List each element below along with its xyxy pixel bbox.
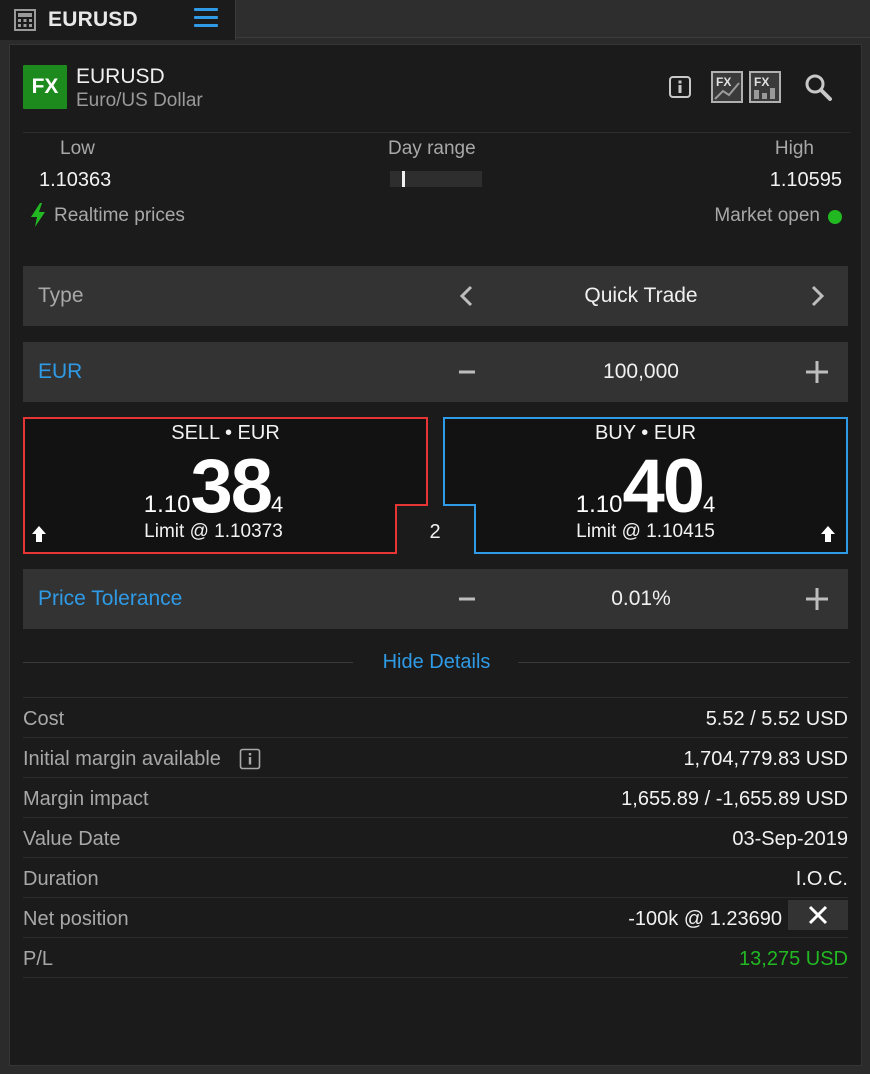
- instrument-description: Euro/US Dollar: [76, 90, 203, 111]
- high-label: High: [774, 138, 814, 159]
- market-open-dot: [828, 210, 842, 224]
- value-date-value: 03-Sep-2019: [732, 828, 848, 850]
- hide-details-toggle: Hide Details: [23, 649, 850, 677]
- sell-title: SELL • EUR: [171, 422, 280, 444]
- day-range-marker: [401, 171, 405, 187]
- plus-icon[interactable]: [801, 583, 833, 615]
- instrument-header: FX EURUSD Euro/US Dollar FX FX: [23, 65, 850, 113]
- close-position-button[interactable]: [788, 900, 848, 930]
- order-type-value: Quick Trade: [584, 284, 698, 307]
- order-type-label: Type: [38, 284, 84, 307]
- price-tolerance-input[interactable]: 0.01%: [503, 587, 779, 611]
- svg-text:FX: FX: [754, 75, 769, 89]
- fx-chart-icon[interactable]: FX: [711, 71, 743, 103]
- margin-impact-label: Margin impact: [23, 788, 149, 810]
- detail-row-margin: Initial margin available 1,704,779.83 US…: [23, 738, 848, 778]
- calculator-icon: [14, 9, 36, 31]
- low-value: 1.10363: [39, 169, 112, 191]
- detail-row-value-date: Value Date 03-Sep-2019: [23, 818, 848, 858]
- tab-bar: EURUSD: [0, 0, 870, 40]
- hamburger-menu-icon[interactable]: [194, 8, 218, 30]
- detail-row-pl: P/L 13,275 USD: [23, 938, 848, 978]
- net-position-value: -100k @ 1.23690: [628, 908, 782, 930]
- sell-price: 1.10384: [11, 449, 416, 525]
- chevron-right-icon[interactable]: [801, 280, 833, 312]
- lightning-bolt-icon: [31, 203, 45, 227]
- duration-label: Duration: [23, 868, 99, 890]
- buy-price-pip: 4: [703, 492, 716, 517]
- day-range-bar: [390, 171, 482, 187]
- search-icon[interactable]: [803, 72, 833, 102]
- net-position-label: Net position: [23, 908, 129, 930]
- low-label: Low: [60, 138, 95, 159]
- amount-input[interactable]: 100,000: [503, 360, 779, 384]
- buy-button[interactable]: BUY • EUR 1.10404 Limit @ 1.10415: [443, 417, 848, 554]
- buy-title: BUY • EUR: [594, 422, 697, 444]
- margin-label: Initial margin available: [23, 748, 221, 770]
- pl-value: 13,275 USD: [739, 948, 848, 970]
- trade-ticket-panel: FX EURUSD Euro/US Dollar FX FX Low 1.103…: [9, 44, 862, 1066]
- fx-options-icon[interactable]: FX: [749, 71, 781, 103]
- price-tolerance-label[interactable]: Price Tolerance: [38, 587, 182, 611]
- svg-text:FX: FX: [716, 75, 731, 89]
- detail-row-cost: Cost 5.52 / 5.52 USD: [23, 698, 848, 738]
- buy-price-big: 40: [622, 444, 705, 529]
- duration-value: I.O.C.: [795, 868, 848, 890]
- detail-row-duration: Duration I.O.C.: [23, 858, 848, 898]
- buy-price-prefix: 1.10: [575, 491, 623, 518]
- chevron-left-icon[interactable]: [451, 280, 483, 312]
- buy-limit: Limit @ 1.10415: [576, 521, 715, 542]
- margin-impact-value: 1,655.89 / -1,655.89 USD: [621, 788, 848, 810]
- fx-badge: FX: [23, 65, 67, 109]
- arrow-up-icon: [32, 526, 46, 542]
- instrument-symbol: EURUSD: [76, 65, 165, 88]
- sell-price-prefix: 1.10: [143, 491, 191, 518]
- high-value: 1.10595: [769, 169, 842, 191]
- tab-eurusd[interactable]: EURUSD: [0, 0, 236, 40]
- detail-row-impact: Margin impact 1,655.89 / -1,655.89 USD: [23, 778, 848, 818]
- day-range-label: Day range: [388, 138, 476, 159]
- cost-value: 5.52 / 5.52 USD: [705, 708, 848, 730]
- minus-icon[interactable]: [451, 356, 483, 388]
- minus-icon[interactable]: [451, 583, 483, 615]
- sell-limit: Limit @ 1.10373: [144, 521, 283, 542]
- margin-value: 1,704,779.83 USD: [683, 748, 848, 770]
- realtime-prices-label: Realtime prices: [54, 205, 185, 226]
- tab-title: EURUSD: [48, 8, 138, 31]
- market-open-label: Market open: [714, 205, 820, 226]
- day-range: Low 1.10363 Day range High 1.10595: [23, 133, 850, 195]
- plus-icon[interactable]: [801, 356, 833, 388]
- hide-details-link[interactable]: Hide Details: [23, 651, 850, 674]
- amount-row: EUR 100,000: [23, 342, 848, 402]
- pl-label: P/L: [23, 948, 54, 970]
- close-icon: [808, 905, 828, 925]
- value-date-label: Value Date: [23, 828, 121, 850]
- detail-row-net-position: Net position -100k @ 1.23690: [23, 898, 848, 938]
- price-tolerance-row: Price Tolerance 0.01%: [23, 569, 848, 629]
- sell-button[interactable]: SELL • EUR 1.10384 Limit @ 1.10373: [23, 417, 428, 554]
- sell-price-big: 38: [190, 444, 273, 529]
- price-status: Realtime prices Market open: [23, 203, 850, 231]
- arrow-up-icon: [821, 526, 835, 542]
- order-type-row: Type Quick Trade: [23, 266, 848, 326]
- info-icon[interactable]: [239, 748, 261, 770]
- currency-selector[interactable]: EUR: [38, 360, 82, 384]
- cost-label: Cost: [23, 708, 65, 730]
- buy-price: 1.10404: [443, 449, 848, 525]
- info-icon[interactable]: [668, 75, 692, 99]
- sell-price-pip: 4: [271, 492, 284, 517]
